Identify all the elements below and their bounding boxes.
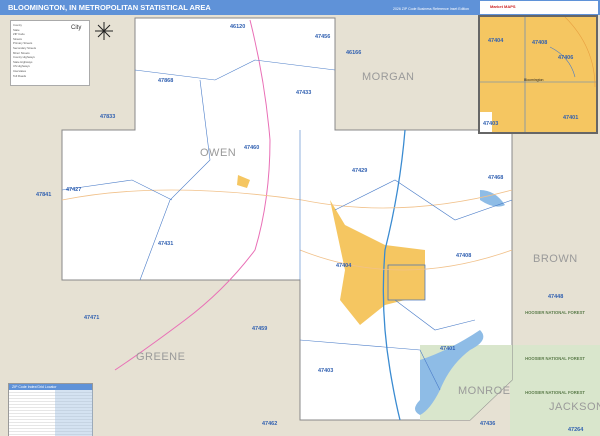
zip-label: 47436 <box>480 421 495 427</box>
zip-label: 47460 <box>244 145 259 151</box>
zip-label: 47427 <box>66 187 81 193</box>
zip-label: 47429 <box>352 168 367 174</box>
legend-city-label: City <box>71 25 82 31</box>
inset-zip-label: 47404 <box>488 38 504 44</box>
inset-map[interactable]: 47404 47408 47406 47403 47401 Bloomingto… <box>478 15 598 134</box>
zip-label: 47459 <box>252 326 267 332</box>
forest-label: HOOSIER NATIONAL FOREST <box>525 310 585 315</box>
zip-label: 47868 <box>158 78 173 84</box>
legend-item: Toll Roads <box>13 73 27 78</box>
inset-zip-label: 47408 <box>532 40 547 46</box>
zip-label: 47433 <box>296 90 311 96</box>
county-label: BROWN <box>533 253 578 265</box>
inset-city-label: Bloomington <box>524 78 544 82</box>
county-label: JACKSON <box>549 401 600 413</box>
map-legend: County State ZIP Code Streets Primary St… <box>10 20 90 86</box>
inset-zip-label: 47403 <box>483 121 498 127</box>
zip-label: 47408 <box>456 253 471 259</box>
zip-label: 47841 <box>36 192 51 198</box>
county-label: MORGAN <box>362 71 415 83</box>
inset-zip-label: 47401 <box>563 115 578 121</box>
zip-label: 47471 <box>84 315 99 321</box>
zip-label: 47264 <box>568 427 584 433</box>
zip-label: 47456 <box>315 34 330 40</box>
zip-label: 47448 <box>548 294 563 300</box>
zip-label: 46166 <box>346 50 361 56</box>
county-label: GREENE <box>136 351 185 363</box>
logo-text: Market MAPS <box>490 4 516 9</box>
title-bar: BLOOMINGTON, IN METROPOLITAN STATISTICAL… <box>0 0 600 15</box>
zip-label: 47462 <box>262 421 277 427</box>
forest-label: HOOSIER NATIONAL FOREST <box>525 356 585 361</box>
zip-label: 47403 <box>318 368 333 374</box>
county-label: OWEN <box>200 147 236 159</box>
zip-label: 47404 <box>336 263 352 269</box>
edition-label: 2026 ZIP Code Business Reference Inset E… <box>393 7 470 11</box>
zip-label: 47431 <box>158 241 173 247</box>
logo: Market MAPS <box>480 1 598 14</box>
zip-label: 47401 <box>440 346 455 352</box>
inset-canvas: 47404 47408 47406 47403 47401 Bloomingto… <box>480 17 596 132</box>
county-label: MONROE <box>458 385 511 397</box>
inset-zip-label: 47406 <box>558 55 573 61</box>
index-rows <box>9 390 93 436</box>
zip-index-table: ZIP Code Index/Grid Locator <box>8 383 93 436</box>
forest-label: HOOSIER NATIONAL FOREST <box>525 390 585 395</box>
zip-label: 46120 <box>230 24 245 30</box>
map-title: BLOOMINGTON, IN METROPOLITAN STATISTICAL… <box>8 3 211 12</box>
zip-label: 47468 <box>488 175 503 181</box>
zip-label: 47833 <box>100 114 115 120</box>
